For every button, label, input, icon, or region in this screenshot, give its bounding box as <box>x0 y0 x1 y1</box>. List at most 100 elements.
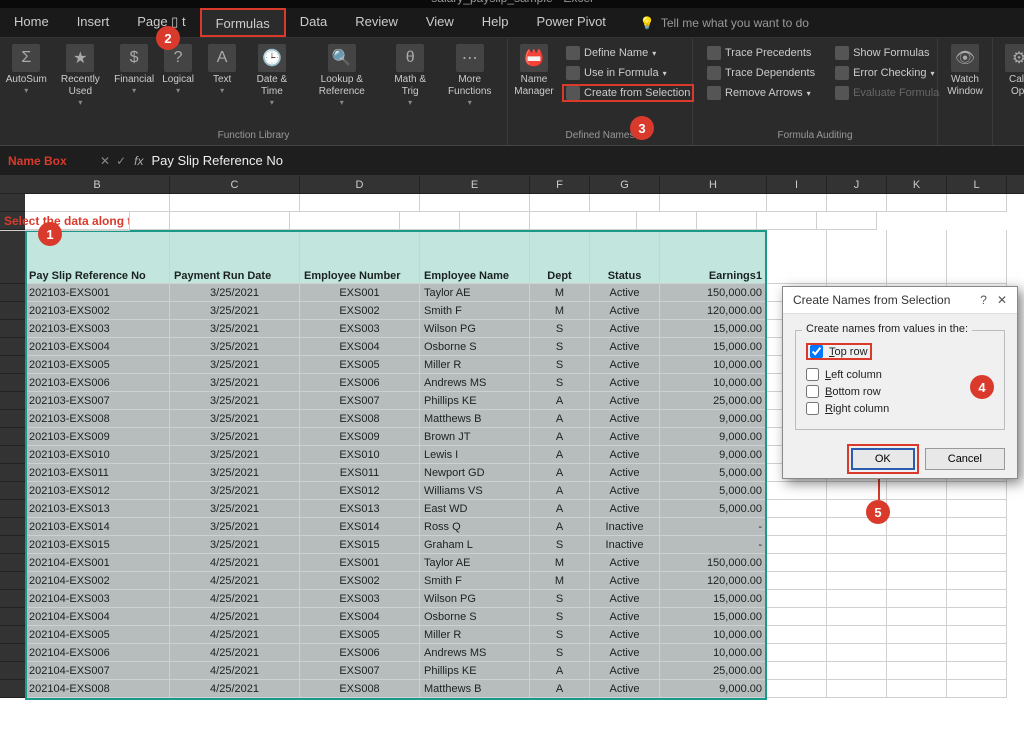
table-cell[interactable]: EXS004 <box>300 608 420 626</box>
chk-right-column[interactable]: Right column <box>806 402 994 415</box>
table-cell[interactable]: Wilson PG <box>420 590 530 608</box>
table-cell[interactable]: 10,000.00 <box>660 644 767 662</box>
fx-icon[interactable]: fx <box>134 154 143 168</box>
col-K[interactable]: K <box>887 176 947 193</box>
table-cell[interactable]: S <box>530 374 590 392</box>
table-cell[interactable]: 120,000.00 <box>660 302 767 320</box>
table-cell[interactable]: 202103-EXS015 <box>25 536 170 554</box>
btn-math-trig[interactable]: θMath & Trig▾ <box>386 42 435 130</box>
table-cell[interactable]: EXS003 <box>300 590 420 608</box>
table-cell[interactable]: Ross Q <box>420 518 530 536</box>
table-cell[interactable]: 3/25/2021 <box>170 518 300 536</box>
btn-logical[interactable]: ?Logical▾ <box>158 42 198 130</box>
table-cell[interactable]: Active <box>590 608 660 626</box>
col-C[interactable]: C <box>170 176 300 193</box>
table-cell[interactable]: EXS001 <box>300 284 420 302</box>
table-cell[interactable]: 4/25/2021 <box>170 644 300 662</box>
table-cell[interactable]: EXS009 <box>300 428 420 446</box>
dialog-close-icon[interactable]: ✕ <box>997 293 1007 307</box>
btn-calc-options[interactable]: ⚙Calc Opt <box>999 42 1024 100</box>
table-cell[interactable]: 3/25/2021 <box>170 446 300 464</box>
table-cell[interactable]: Active <box>590 626 660 644</box>
table-cell[interactable]: Active <box>590 428 660 446</box>
tab-home[interactable]: Home <box>0 8 63 37</box>
table-cell[interactable]: Taylor AE <box>420 554 530 572</box>
table-cell[interactable]: 202103-EXS002 <box>25 302 170 320</box>
table-cell[interactable]: Active <box>590 464 660 482</box>
tab-review[interactable]: Review <box>341 8 412 37</box>
formula-content[interactable]: Pay Slip Reference No <box>151 153 1024 168</box>
chk-top-row[interactable]: Top row <box>806 343 872 360</box>
table-cell[interactable]: Matthews B <box>420 410 530 428</box>
table-cell[interactable]: Andrews MS <box>420 644 530 662</box>
btn-create-from-selection[interactable]: Create from Selection <box>562 84 694 102</box>
btn-date-time[interactable]: 🕒Date & Time▾ <box>246 42 298 130</box>
table-cell[interactable]: 202103-EXS013 <box>25 500 170 518</box>
btn-financial[interactable]: $Financial▾ <box>114 42 154 130</box>
table-cell[interactable]: EXS005 <box>300 356 420 374</box>
col-L[interactable]: L <box>947 176 1007 193</box>
table-cell[interactable]: Active <box>590 662 660 680</box>
table-cell[interactable]: 202103-EXS006 <box>25 374 170 392</box>
table-cell[interactable]: 202103-EXS007 <box>25 392 170 410</box>
table-cell[interactable]: EXS015 <box>300 536 420 554</box>
table-cell[interactable]: 15,000.00 <box>660 320 767 338</box>
table-cell[interactable]: M <box>530 302 590 320</box>
cancel-formula-icon[interactable]: ✕ <box>100 154 110 168</box>
hdr-earnings[interactable]: Earnings1 <box>660 230 767 284</box>
table-cell[interactable]: 3/25/2021 <box>170 500 300 518</box>
table-cell[interactable]: S <box>530 608 590 626</box>
table-cell[interactable]: 10,000.00 <box>660 356 767 374</box>
enter-formula-icon[interactable]: ✓ <box>116 154 126 168</box>
table-cell[interactable]: 202103-EXS011 <box>25 464 170 482</box>
table-cell[interactable]: A <box>530 500 590 518</box>
table-cell[interactable]: 3/25/2021 <box>170 284 300 302</box>
table-cell[interactable]: 4/25/2021 <box>170 626 300 644</box>
table-cell[interactable]: Active <box>590 338 660 356</box>
chk-bottom-row[interactable]: Bottom row <box>806 385 994 398</box>
table-cell[interactable]: S <box>530 590 590 608</box>
table-cell[interactable]: Brown JT <box>420 428 530 446</box>
table-cell[interactable]: EXS003 <box>300 320 420 338</box>
table-cell[interactable]: EXS007 <box>300 662 420 680</box>
table-cell[interactable]: 25,000.00 <box>660 662 767 680</box>
table-cell[interactable]: 150,000.00 <box>660 554 767 572</box>
tellme[interactable]: 💡 Tell me what you want to do <box>640 8 809 37</box>
table-cell[interactable]: Active <box>590 302 660 320</box>
table-cell[interactable]: 202104-EXS001 <box>25 554 170 572</box>
table-cell[interactable]: 4/25/2021 <box>170 680 300 698</box>
table-cell[interactable]: 9,000.00 <box>660 680 767 698</box>
table-cell[interactable]: S <box>530 644 590 662</box>
table-cell[interactable]: EXS006 <box>300 644 420 662</box>
table-cell[interactable]: A <box>530 518 590 536</box>
table-cell[interactable]: Phillips KE <box>420 662 530 680</box>
dialog-ok-button[interactable]: OK <box>851 448 915 470</box>
table-cell[interactable]: A <box>530 410 590 428</box>
table-cell[interactable]: Taylor AE <box>420 284 530 302</box>
table-cell[interactable]: Miller R <box>420 356 530 374</box>
hdr-dept[interactable]: Dept <box>530 230 590 284</box>
table-cell[interactable]: 3/25/2021 <box>170 338 300 356</box>
table-cell[interactable]: 3/25/2021 <box>170 464 300 482</box>
table-cell[interactable]: 3/25/2021 <box>170 320 300 338</box>
table-cell[interactable]: East WD <box>420 500 530 518</box>
btn-trace-precedents[interactable]: Trace Precedents <box>703 44 815 62</box>
table-cell[interactable]: 202104-EXS006 <box>25 644 170 662</box>
table-cell[interactable]: Osborne S <box>420 608 530 626</box>
table-cell[interactable]: Smith F <box>420 302 530 320</box>
table-cell[interactable]: 202103-EXS014 <box>25 518 170 536</box>
table-cell[interactable]: 202104-EXS003 <box>25 590 170 608</box>
table-cell[interactable]: 3/25/2021 <box>170 536 300 554</box>
btn-more-functions[interactable]: ⋯More Functions▾ <box>438 42 501 130</box>
table-cell[interactable]: Williams VS <box>420 482 530 500</box>
table-cell[interactable]: EXS001 <box>300 554 420 572</box>
table-cell[interactable]: EXS007 <box>300 392 420 410</box>
table-cell[interactable]: 3/25/2021 <box>170 410 300 428</box>
chk-right-input[interactable] <box>806 402 819 415</box>
table-cell[interactable]: M <box>530 572 590 590</box>
table-cell[interactable]: 15,000.00 <box>660 338 767 356</box>
table-cell[interactable]: EXS008 <box>300 410 420 428</box>
table-cell[interactable]: Osborne S <box>420 338 530 356</box>
table-cell[interactable]: 120,000.00 <box>660 572 767 590</box>
table-cell[interactable]: A <box>530 482 590 500</box>
